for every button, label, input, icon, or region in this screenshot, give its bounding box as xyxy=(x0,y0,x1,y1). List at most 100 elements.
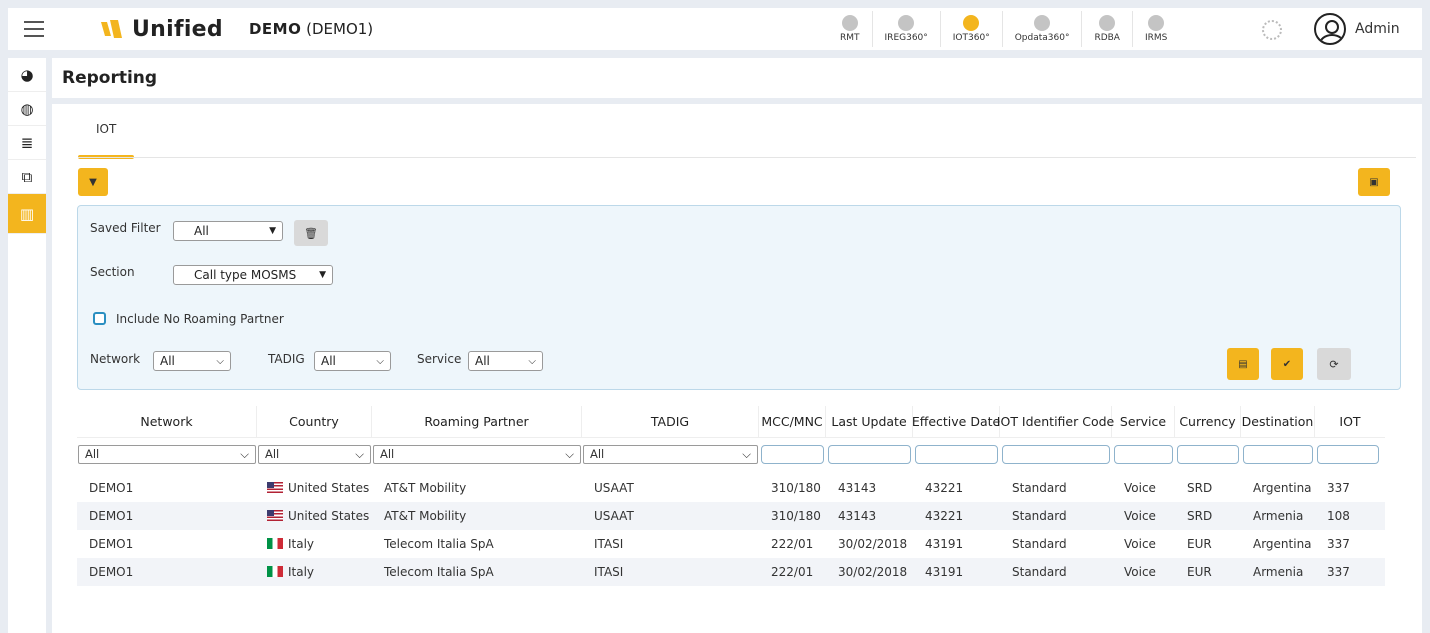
section-value: Call type MOSMS xyxy=(194,268,297,282)
saved-filter-select[interactable]: All ▼ xyxy=(173,221,283,241)
column-header-last-update[interactable]: Last Update xyxy=(826,406,913,437)
column-header-effective-date[interactable]: Effective Date xyxy=(912,406,1000,437)
column-header-network[interactable]: Network xyxy=(77,406,257,437)
country-column-filter[interactable]: All ⌵ xyxy=(258,444,371,464)
network-column-filter[interactable]: All ⌵ xyxy=(78,444,256,464)
cell-service: Voice xyxy=(1112,537,1175,551)
gear-icon[interactable] xyxy=(1262,20,1282,40)
cell-text: Telecom Italia SpA xyxy=(384,537,494,551)
table-row[interactable]: DEMO1 Italy Telecom Italia SpA ITASI 222/01 3… xyxy=(77,558,1385,586)
export-excel-button[interactable]: ▣ xyxy=(1358,168,1390,196)
irms-icon xyxy=(1148,15,1165,31)
delete-filter-button[interactable]: 🗑 xyxy=(294,220,328,246)
app-label: IOT360° xyxy=(952,33,990,43)
column-header-country[interactable]: Country xyxy=(257,406,372,437)
tadig-column-filter[interactable]: All ⌵ xyxy=(583,444,758,464)
network-select[interactable]: All ⌵ xyxy=(153,351,231,371)
chevron-down-icon: ⌵ xyxy=(376,355,384,367)
user-menu[interactable]: Admin xyxy=(1314,13,1400,45)
cell-country: United States xyxy=(257,481,372,495)
cell-roaming-partner: AT&T Mobility xyxy=(372,509,582,523)
sidebar-item-globe[interactable]: ◍ xyxy=(8,92,46,126)
app-label: Opdata360° xyxy=(1014,33,1070,43)
column-header-destination[interactable]: Destination xyxy=(1241,406,1315,437)
refresh-icon: ⟳ xyxy=(1329,357,1339,371)
column-header-tadig[interactable]: TADIG xyxy=(582,406,759,437)
cell-text: 222/01 xyxy=(771,565,814,579)
column-header-mcc-mnc[interactable]: MCC/MNC xyxy=(759,406,826,437)
effective-date-filter-input[interactable] xyxy=(915,444,998,464)
app-label: IREG360° xyxy=(884,33,928,43)
column-header-roaming-partner[interactable]: Roaming Partner xyxy=(372,406,582,437)
sidebar-item-server[interactable]: ≣ xyxy=(8,126,46,160)
app-ireg360[interactable]: IREG360° xyxy=(873,11,941,47)
cell-text: 30/02/2018 xyxy=(838,537,908,551)
app-iot360[interactable]: IOT360° xyxy=(941,11,1003,47)
app-logo[interactable]: Unified xyxy=(98,17,223,42)
section-label: Section xyxy=(90,265,135,279)
table-row[interactable]: DEMO1 Italy Telecom Italia SpA ITASI 222/01 3… xyxy=(77,530,1385,558)
floppy-icon: ▤ xyxy=(1238,358,1248,370)
globe-icon: ◍ xyxy=(20,99,34,118)
cell-text: 337 xyxy=(1327,481,1350,495)
dashboard-icon: ◕ xyxy=(20,65,34,84)
service-filter-input[interactable] xyxy=(1114,444,1173,464)
column-header-currency[interactable]: Currency xyxy=(1175,406,1241,437)
column-header-iot-identifier-code[interactable]: IOT Identifier Code xyxy=(997,406,1114,437)
app-opdata360[interactable]: Opdata360° xyxy=(1003,11,1083,47)
cell-iot-identifier-code: Standard xyxy=(1000,565,1112,579)
menu-icon[interactable] xyxy=(24,21,58,37)
cell-text: DEMO1 xyxy=(89,537,134,551)
reset-filter-button[interactable]: ⟳ xyxy=(1317,348,1351,380)
cell-text: SRD xyxy=(1187,509,1213,523)
ireg-icon xyxy=(898,15,915,31)
rdba-icon xyxy=(1099,15,1116,31)
column-header-iot[interactable]: IOT xyxy=(1315,406,1385,437)
filter-toggle-button[interactable]: ▼ xyxy=(78,168,108,196)
app-irms[interactable]: IRMS xyxy=(1133,11,1179,47)
cell-destination: Armenia xyxy=(1241,565,1315,579)
save-filter-button[interactable]: ▤ xyxy=(1227,348,1259,380)
sidebar-item-copy[interactable]: ⧉ xyxy=(8,160,46,194)
service-select[interactable]: All ⌵ xyxy=(468,351,543,371)
cell-text: 222/01 xyxy=(771,537,814,551)
app-rdba[interactable]: RDBA xyxy=(1082,11,1133,47)
cell-text: 310/180 xyxy=(771,509,821,523)
cell-country: Italy xyxy=(257,565,372,579)
table-row[interactable]: DEMO1 United States AT&T Mobility USAAT 310/… xyxy=(77,502,1385,530)
iot-filter-input[interactable] xyxy=(1317,444,1379,464)
destination-filter-input[interactable] xyxy=(1243,444,1313,464)
column-header-service[interactable]: Service xyxy=(1112,406,1175,437)
roaming-partner-column-filter[interactable]: All ⌵ xyxy=(373,444,581,464)
section-select[interactable]: Call type MOSMS ▼ xyxy=(173,265,333,285)
sidebar-item-dashboard[interactable]: ◕ xyxy=(8,58,46,92)
table-body: DEMO1 United States AT&T Mobility USAAT 310/… xyxy=(77,474,1385,586)
currency-filter-input[interactable] xyxy=(1177,444,1239,464)
check-icon: ✔ xyxy=(1282,358,1292,370)
column-filter-row: All ⌵ All ⌵ All ⌵ All ⌵ xyxy=(77,438,1385,470)
tadig-select[interactable]: All ⌵ xyxy=(314,351,391,371)
tadig-column-filter-value: All xyxy=(590,447,605,461)
table-row[interactable]: DEMO1 United States AT&T Mobility USAAT 310/… xyxy=(77,474,1385,502)
cell-text: EUR xyxy=(1187,537,1212,551)
sidebar-item-reporting[interactable]: ▥ xyxy=(8,194,46,234)
app-rmt[interactable]: RMT xyxy=(828,11,873,47)
cell-text: 337 xyxy=(1327,537,1350,551)
cell-last-update: 43143 xyxy=(826,509,913,523)
cell-text: 43191 xyxy=(925,537,964,551)
cell-text: 337 xyxy=(1327,565,1350,579)
last-update-filter-input[interactable] xyxy=(828,444,911,464)
mcc-mnc-filter-input[interactable] xyxy=(761,444,824,464)
page-title: Reporting xyxy=(62,68,158,88)
iot-identifier-filter-input[interactable] xyxy=(1002,444,1110,464)
cell-tadig: USAAT xyxy=(582,509,759,523)
cell-country: United States xyxy=(257,509,372,523)
cell-service: Voice xyxy=(1112,509,1175,523)
apply-filter-button[interactable]: ✔ xyxy=(1271,348,1303,380)
include-no-roaming-checkbox[interactable] xyxy=(93,312,106,325)
us-flag-icon xyxy=(267,482,283,493)
page-header: Reporting xyxy=(52,58,1422,98)
cell-roaming-partner: Telecom Italia SpA xyxy=(372,537,582,551)
cell-text: Armenia xyxy=(1253,509,1304,523)
iot-report-table: Network Country Roaming Partner TADIG MC… xyxy=(77,406,1385,586)
